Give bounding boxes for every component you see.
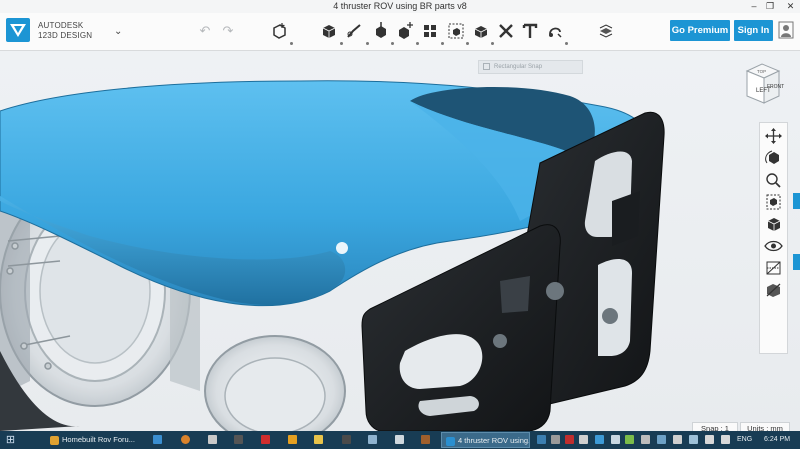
- app-icon[interactable]: [611, 435, 620, 444]
- side-panel-tab[interactable]: [793, 193, 800, 209]
- dropdown-dot-icon: [416, 42, 419, 45]
- combine-icon[interactable]: [472, 22, 490, 40]
- zoom-icon[interactable]: [760, 171, 787, 189]
- windows-taskbar: ⊞ Homebuilt Rov Foru... 4 thruster ROV u…: [0, 431, 800, 449]
- window-title: 4 thruster ROV using BR parts v8: [333, 1, 467, 11]
- pattern-icon[interactable]: [421, 22, 439, 40]
- side-panel-tab[interactable]: [793, 254, 800, 270]
- app-icon[interactable]: [395, 435, 404, 444]
- transform-icon[interactable]: [270, 22, 288, 40]
- title-bar: 4 thruster ROV using BR parts v8 – ❐ ✕: [0, 0, 800, 13]
- app-icon[interactable]: [234, 435, 243, 444]
- units-value[interactable]: Units : mm: [740, 422, 790, 431]
- text-icon[interactable]: [521, 22, 539, 40]
- go-premium-button[interactable]: Go Premium: [670, 20, 730, 41]
- close-button[interactable]: ✕: [781, 0, 800, 13]
- taskbar-item-123d[interactable]: 4 thruster ROV using...: [441, 432, 530, 448]
- view-cube-icon[interactable]: [760, 215, 787, 233]
- brand-line-2: 123D DESIGN: [38, 31, 93, 40]
- start-icon[interactable]: ⊞: [3, 434, 18, 447]
- app-icon[interactable]: [368, 435, 377, 444]
- viewcube-front-label: FRONT: [767, 84, 784, 90]
- dropdown-dot-icon: [391, 42, 394, 45]
- app-icon[interactable]: [421, 435, 430, 444]
- dropdown-dot-icon: [466, 42, 469, 45]
- snap-icon[interactable]: [546, 22, 564, 40]
- 3d-viewport[interactable]: Rectangular Snap LEFT FRONT TOP Snap : 1…: [0, 51, 800, 431]
- dropdown-dot-icon: [366, 42, 369, 45]
- construct-icon[interactable]: [372, 22, 390, 40]
- filezilla-icon[interactable]: [261, 435, 270, 444]
- snap-chip-label: Rectangular Snap: [494, 64, 543, 70]
- dropdown-dot-icon: [565, 42, 568, 45]
- wireframe-icon[interactable]: [760, 281, 787, 299]
- app-menu-chevron-icon[interactable]: ⌄: [114, 26, 122, 37]
- flag-icon[interactable]: [705, 435, 714, 444]
- snap-checkbox-icon[interactable]: [483, 62, 490, 70]
- primitive-box-icon[interactable]: [320, 22, 338, 40]
- minimize-button[interactable]: –: [747, 0, 761, 13]
- view-cube[interactable]: LEFT FRONT TOP: [737, 59, 787, 111]
- fit-icon[interactable]: [760, 193, 787, 211]
- app-icon[interactable]: [565, 435, 574, 444]
- task-label: 4 thruster ROV using...: [458, 436, 530, 445]
- clock[interactable]: 6:24 PM: [764, 432, 790, 448]
- dropdown-dot-icon: [290, 42, 293, 45]
- autodesk-logo-icon[interactable]: [6, 18, 30, 42]
- app-icon[interactable]: [641, 435, 650, 444]
- visibility-icon[interactable]: [760, 237, 787, 255]
- sketch-icon[interactable]: [345, 22, 363, 40]
- app-icon[interactable]: [625, 435, 634, 444]
- app-icon[interactable]: [673, 435, 682, 444]
- app-icon[interactable]: [657, 435, 666, 444]
- task-label: Homebuilt Rov Foru...: [62, 435, 135, 444]
- ie-icon[interactable]: [153, 435, 162, 444]
- dropdown-dot-icon: [340, 42, 343, 45]
- sign-in-button[interactable]: Sign In: [734, 20, 773, 41]
- chrome-icon: [50, 435, 59, 445]
- app-icon[interactable]: [579, 435, 588, 444]
- app-icon[interactable]: [342, 435, 351, 444]
- redo-icon[interactable]: ↷: [219, 22, 237, 40]
- 123d-design-icon: [446, 436, 455, 446]
- brand-line-1: AUTODESK: [38, 21, 84, 30]
- app-icon[interactable]: [288, 435, 297, 444]
- app-icon[interactable]: [551, 435, 560, 444]
- undo-icon[interactable]: ↶: [196, 22, 214, 40]
- folder-icon[interactable]: [314, 435, 323, 444]
- dropdown-dot-icon: [491, 42, 494, 45]
- main-toolbar: AUTODESK 123D DESIGN ⌄ ↶ ↷ Go Premium Si…: [0, 13, 800, 51]
- app-icon[interactable]: [595, 435, 604, 444]
- pan-icon[interactable]: [760, 127, 787, 145]
- dropdown-dot-icon: [441, 42, 444, 45]
- app-icon[interactable]: [181, 435, 190, 444]
- snap-value[interactable]: Snap : 1: [692, 422, 738, 431]
- brand-name: AUTODESK 123D DESIGN: [38, 21, 92, 41]
- volume-icon[interactable]: [721, 435, 730, 444]
- app-icon[interactable]: [537, 435, 546, 444]
- app-icon[interactable]: [208, 435, 217, 444]
- maximize-button[interactable]: ❐: [763, 0, 777, 13]
- network-icon[interactable]: [689, 435, 698, 444]
- measure-icon[interactable]: [497, 22, 515, 40]
- modify-icon[interactable]: [396, 22, 414, 40]
- rectangular-snap-chip[interactable]: Rectangular Snap: [478, 60, 583, 74]
- group-icon[interactable]: [447, 22, 465, 40]
- language-indicator[interactable]: ENG: [737, 432, 752, 448]
- orbit-icon[interactable]: [760, 149, 787, 167]
- model-render[interactable]: [0, 51, 800, 431]
- viewcube-top-label: TOP: [757, 69, 766, 74]
- profile-icon[interactable]: [778, 21, 794, 39]
- navigation-bar: [759, 122, 788, 354]
- material-icon[interactable]: [597, 22, 615, 40]
- taskbar-item-browser[interactable]: Homebuilt Rov Foru...: [46, 432, 142, 448]
- materials-outline-icon[interactable]: [760, 259, 787, 277]
